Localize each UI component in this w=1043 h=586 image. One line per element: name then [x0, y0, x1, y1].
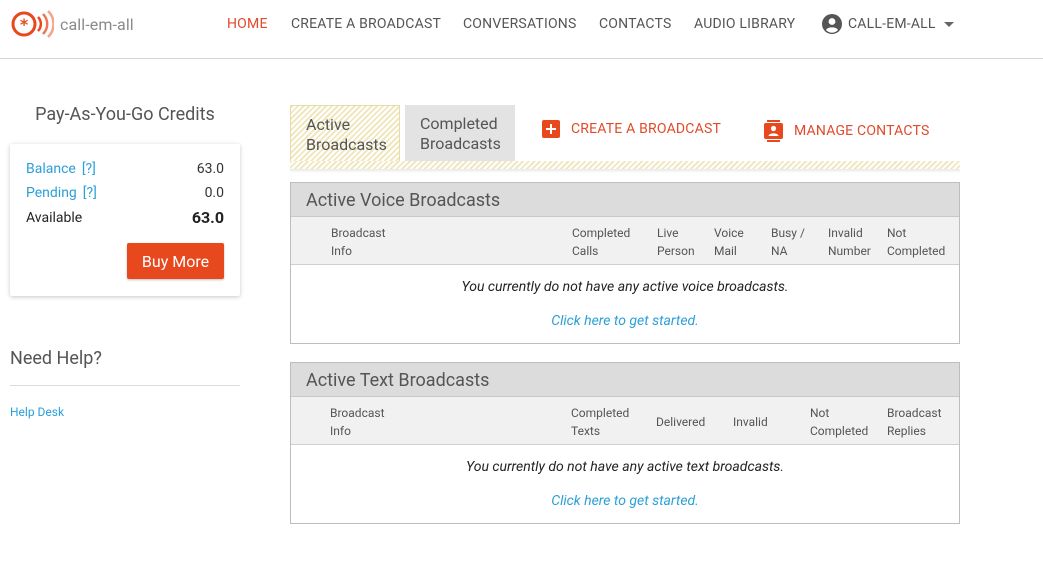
pending-row: Pending [?] 0.0	[26, 185, 224, 205]
top-header: * call-em-all HOME CREATE A BROADCAST CO…	[0, 0, 1043, 59]
nav-audio-library[interactable]: AUDIO LIBRARY	[694, 16, 795, 32]
balance-value: 63.0	[196, 161, 224, 177]
help-divider	[10, 385, 240, 386]
account-label: CALL-EM-ALL	[848, 16, 936, 32]
text-get-started-link[interactable]: Click here to get started.	[291, 493, 959, 509]
text-empty-message: You currently do not have any active tex…	[465, 459, 784, 475]
voice-col-invalid-number: Invalid Number	[828, 226, 871, 258]
text-col-broadcast-replies: Broadcast Replies	[887, 406, 942, 438]
available-row: Available 63.0	[26, 208, 224, 230]
contacts-icon	[764, 120, 783, 142]
voice-panel-title: Active Voice Broadcasts	[291, 183, 959, 217]
balance-help-link[interactable]: [?]	[82, 161, 96, 177]
available-value: 63.0	[191, 208, 224, 227]
voice-empty-message: You currently do not have any active voi…	[461, 279, 789, 295]
nav-create-broadcast[interactable]: CREATE A BROADCAST	[291, 16, 441, 32]
text-col-broadcast-info: Broadcast Info	[330, 406, 385, 438]
nav-contacts[interactable]: CONTACTS	[599, 16, 671, 32]
logo[interactable]: * call-em-all	[10, 8, 134, 40]
plus-icon	[542, 120, 560, 138]
chevron-down-icon	[943, 21, 954, 27]
text-table-header: Broadcast Info Completed Texts Delivered I…	[291, 397, 959, 445]
balance-label[interactable]: Balance	[26, 161, 76, 177]
logo-icon: *	[11, 10, 54, 38]
pending-label[interactable]: Pending	[26, 185, 77, 201]
voice-col-not-completed: Not Completed	[887, 226, 946, 258]
text-panel-title: Active Text Broadcasts	[291, 363, 959, 397]
voice-table-header: Broadcast Info Completed Calls Live Person …	[291, 217, 959, 265]
pending-help-link[interactable]: [?]	[83, 185, 97, 201]
tab-completed-line1: Completed	[420, 114, 498, 133]
voice-col-broadcast-info: Broadcast Info	[331, 226, 386, 258]
buy-more-button[interactable]: Buy More	[127, 243, 224, 279]
credits-title: Pay-As-You-Go Credits	[35, 104, 215, 125]
available-label: Available	[26, 210, 83, 226]
manage-contacts-label: MANAGE CONTACTS	[794, 123, 930, 139]
manage-contacts-link[interactable]: MANAGE CONTACTS	[764, 120, 930, 142]
nav-home[interactable]: HOME	[227, 16, 268, 32]
tab-completed-broadcasts[interactable]: Completed Broadcasts	[405, 105, 515, 161]
broadcast-tabs: Active Broadcasts Completed Broadcasts C…	[290, 105, 960, 175]
text-col-not-completed: Not Completed	[810, 406, 869, 438]
voice-get-started-link[interactable]: Click here to get started.	[291, 313, 959, 329]
voice-col-busy-na: Busy / NA	[771, 226, 805, 258]
logo-text: call-em-all	[60, 14, 134, 34]
voice-col-live-person: Live Person	[657, 226, 695, 258]
tab-completed-line2: Broadcasts	[420, 134, 501, 153]
active-text-broadcasts-panel: Active Text Broadcasts Broadcast Info Com…	[290, 362, 960, 524]
tab-strip-shadow	[290, 169, 960, 173]
help-desk-link[interactable]: Help Desk	[10, 405, 64, 419]
tab-strip	[290, 161, 960, 169]
balance-row: Balance [?] 63.0	[26, 161, 224, 181]
tab-active-line1: Active	[306, 115, 351, 134]
text-col-completed-texts: Completed Texts	[571, 406, 630, 438]
account-menu[interactable]: CALL-EM-ALL	[822, 14, 954, 34]
account-icon	[822, 14, 842, 34]
voice-col-completed-calls: Completed Calls	[572, 226, 631, 258]
pending-value: 0.0	[204, 185, 224, 201]
active-voice-broadcasts-panel: Active Voice Broadcasts Broadcast Info Co…	[290, 182, 960, 344]
tab-active-line2: Broadcasts	[306, 135, 387, 154]
create-broadcast-link[interactable]: CREATE A BROADCAST	[542, 120, 721, 138]
nav-conversations[interactable]: CONVERSATIONS	[463, 16, 577, 32]
text-col-invalid: Invalid	[733, 415, 768, 429]
tab-active-broadcasts[interactable]: Active Broadcasts	[290, 105, 400, 165]
svg-text:*: *	[20, 15, 29, 34]
credits-card: Balance [?] 63.0 Pending [?] 0.0 Available…	[10, 144, 240, 296]
create-broadcast-label: CREATE A BROADCAST	[571, 121, 722, 137]
voice-col-voice-mail: Voice Mail	[714, 226, 744, 258]
need-help-title: Need Help?	[10, 348, 102, 369]
text-col-delivered: Delivered	[656, 415, 706, 429]
